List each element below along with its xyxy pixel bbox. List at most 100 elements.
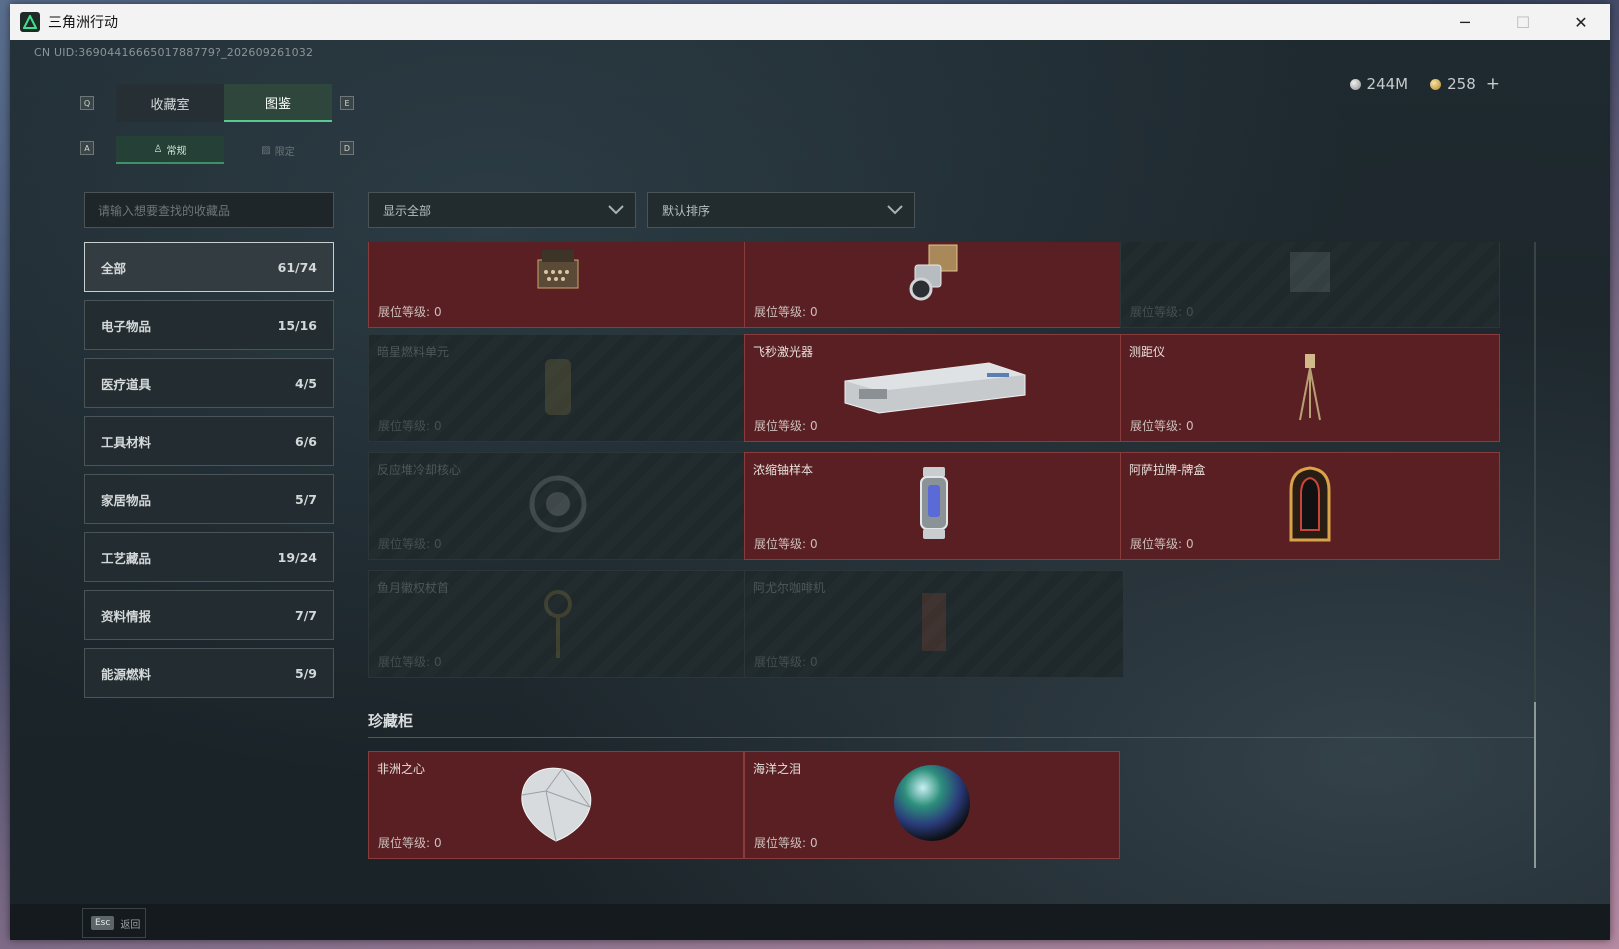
item-name: 反应堆冷却核心 bbox=[377, 463, 462, 477]
silver-amount: 244M bbox=[1366, 75, 1409, 93]
display-level: 展位等级: 0 bbox=[378, 303, 442, 320]
player-uid: CN UID:3690441666501788779?_202609261032 bbox=[34, 46, 314, 59]
collectible-card[interactable]: 阿萨拉牌-牌盒 展位等级: 0 bbox=[1120, 452, 1500, 560]
maximize-button[interactable]: ☐ bbox=[1494, 4, 1552, 40]
level-label: 展位等级: bbox=[378, 836, 431, 850]
level-value: 0 bbox=[434, 305, 442, 319]
display-filter-dropdown[interactable]: 显示全部 bbox=[368, 192, 636, 228]
key-hint-d[interactable]: D bbox=[340, 141, 354, 155]
level-value: 0 bbox=[810, 419, 818, 433]
collectible-card[interactable]: 测距仪 展位等级: 0 bbox=[1120, 334, 1500, 442]
item-name: 阿尤尔咖啡机 bbox=[753, 581, 826, 595]
tab-regular[interactable]: ♙ 常规 bbox=[116, 136, 224, 164]
treasure-card[interactable]: 海洋之泪 展位等级: 0 bbox=[744, 751, 1120, 859]
tab-collection-room[interactable]: 收藏室 bbox=[116, 84, 224, 122]
category-count: 15/16 bbox=[277, 317, 317, 333]
close-button[interactable]: ✕ bbox=[1552, 4, 1610, 40]
collectible-card[interactable]: 反应堆冷却核心 展位等级: 0 bbox=[368, 452, 748, 560]
category-count: 4/5 bbox=[295, 375, 317, 391]
level-value: 0 bbox=[434, 537, 442, 551]
category-electronics[interactable]: 电子物品 15/16 bbox=[84, 300, 334, 350]
gold-currency: 258 + bbox=[1430, 74, 1500, 94]
collectible-card[interactable]: 飞秒激光器 展位等级: 0 bbox=[744, 334, 1124, 442]
sub-tabs: ♙ 常规 ▨ 限定 bbox=[116, 136, 332, 164]
key-hint-e[interactable]: E bbox=[340, 96, 354, 110]
minimize-button[interactable]: ─ bbox=[1436, 4, 1494, 40]
level-value: 0 bbox=[434, 655, 442, 669]
level-value: 0 bbox=[810, 305, 818, 319]
silver-currency: 244M bbox=[1349, 75, 1409, 93]
category-label: 家居物品 bbox=[101, 492, 152, 508]
level-label: 展位等级: bbox=[754, 305, 807, 319]
level-label: 展位等级: bbox=[754, 537, 807, 551]
display-level: 展位等级: 0 bbox=[378, 417, 442, 434]
game-window: 三角洲行动 ─ ☐ ✕ CN UID:3690441666501788779?_… bbox=[10, 4, 1610, 940]
display-level: 展位等级: 0 bbox=[754, 303, 818, 320]
key-hint-a[interactable]: A bbox=[80, 141, 94, 155]
fuel-cell-icon bbox=[533, 351, 583, 425]
treasure-card[interactable]: 非洲之心 展位等级: 0 bbox=[368, 751, 744, 859]
category-medical[interactable]: 医疗道具 4/5 bbox=[84, 358, 334, 408]
scrollbar-thumb[interactable] bbox=[1534, 702, 1536, 868]
collectible-card[interactable]: 鱼月徽权杖首 展位等级: 0 bbox=[368, 570, 748, 678]
collectible-card[interactable]: 展位等级: 0 bbox=[368, 242, 748, 328]
silver-coin-icon bbox=[1349, 78, 1361, 90]
game-viewport: CN UID:3690441666501788779?_202609261032… bbox=[10, 40, 1610, 940]
category-all[interactable]: 全部 61/74 bbox=[84, 242, 334, 292]
level-value: 0 bbox=[434, 836, 442, 850]
title-bar: 三角洲行动 ─ ☐ ✕ bbox=[10, 4, 1610, 40]
level-value: 0 bbox=[434, 419, 442, 433]
level-label: 展位等级: bbox=[378, 537, 431, 551]
collectible-card[interactable]: 暗星燃料单元 展位等级: 0 bbox=[368, 334, 748, 442]
key-hint-q[interactable]: Q bbox=[80, 96, 94, 110]
display-level: 展位等级: 0 bbox=[1130, 535, 1194, 552]
typewriter-icon bbox=[528, 242, 588, 306]
category-label: 电子物品 bbox=[101, 318, 152, 334]
collectible-card[interactable]: 浓缩铀样本 展位等级: 0 bbox=[744, 452, 1124, 560]
category-label: 全部 bbox=[101, 260, 127, 276]
display-level: 展位等级: 0 bbox=[754, 535, 818, 552]
tab-codex[interactable]: 图鉴 bbox=[224, 84, 332, 122]
category-label: 工艺藏品 bbox=[101, 550, 152, 566]
search-input[interactable]: 请输入想要查找的收藏品 bbox=[84, 192, 334, 228]
item-name: 飞秒激光器 bbox=[753, 345, 814, 359]
display-level: 展位等级: 0 bbox=[754, 417, 818, 434]
scepter-head-icon bbox=[533, 582, 583, 666]
laser-emitter-icon bbox=[899, 242, 969, 311]
collectible-card[interactable]: 阿尤尔咖啡机 展位等级: 0 bbox=[744, 570, 1124, 678]
collectible-card[interactable]: 展位等级: 0 bbox=[1120, 242, 1500, 328]
scrollbar[interactable] bbox=[1534, 242, 1536, 868]
section-divider bbox=[368, 737, 1536, 738]
category-crafts[interactable]: 工艺藏品 19/24 bbox=[84, 532, 334, 582]
category-household[interactable]: 家居物品 5/7 bbox=[84, 474, 334, 524]
card-box-icon bbox=[1285, 464, 1335, 548]
level-label: 展位等级: bbox=[754, 419, 807, 433]
sort-dropdown[interactable]: 默认排序 bbox=[647, 192, 915, 228]
add-currency-button[interactable]: + bbox=[1486, 74, 1500, 94]
level-value: 0 bbox=[810, 836, 818, 850]
femtosecond-laser-icon bbox=[839, 351, 1029, 425]
diamond-icon bbox=[516, 761, 596, 849]
back-button[interactable]: Esc 返回 bbox=[82, 908, 146, 938]
display-level: 展位等级: 0 bbox=[378, 834, 442, 851]
category-list: 全部 61/74 电子物品 15/16 医疗道具 4/5 工具材料 6/6 家居物品 5/… bbox=[84, 242, 334, 706]
collectible-card[interactable]: 展位等级: 0 bbox=[744, 242, 1124, 328]
uranium-sample-icon bbox=[917, 463, 951, 549]
coffee-machine-icon bbox=[914, 587, 954, 661]
level-label: 展位等级: bbox=[378, 655, 431, 669]
category-count: 6/6 bbox=[295, 433, 317, 449]
category-energy[interactable]: 能源燃料 5/9 bbox=[84, 648, 334, 698]
level-label: 展位等级: bbox=[754, 836, 807, 850]
item-name: 阿萨拉牌-牌盒 bbox=[1129, 463, 1206, 477]
category-intel[interactable]: 资料情报 7/7 bbox=[84, 590, 334, 640]
item-name: 非洲之心 bbox=[377, 762, 426, 776]
level-value: 0 bbox=[810, 655, 818, 669]
level-label: 展位等级: bbox=[1130, 419, 1183, 433]
app-logo-icon bbox=[20, 12, 40, 32]
back-label: 返回 bbox=[120, 919, 141, 931]
tab-limited[interactable]: ▨ 限定 bbox=[224, 136, 332, 164]
device-icon bbox=[1280, 242, 1340, 306]
level-value: 0 bbox=[1186, 419, 1194, 433]
category-tools[interactable]: 工具材料 6/6 bbox=[84, 416, 334, 466]
category-label: 医疗道具 bbox=[101, 376, 152, 392]
